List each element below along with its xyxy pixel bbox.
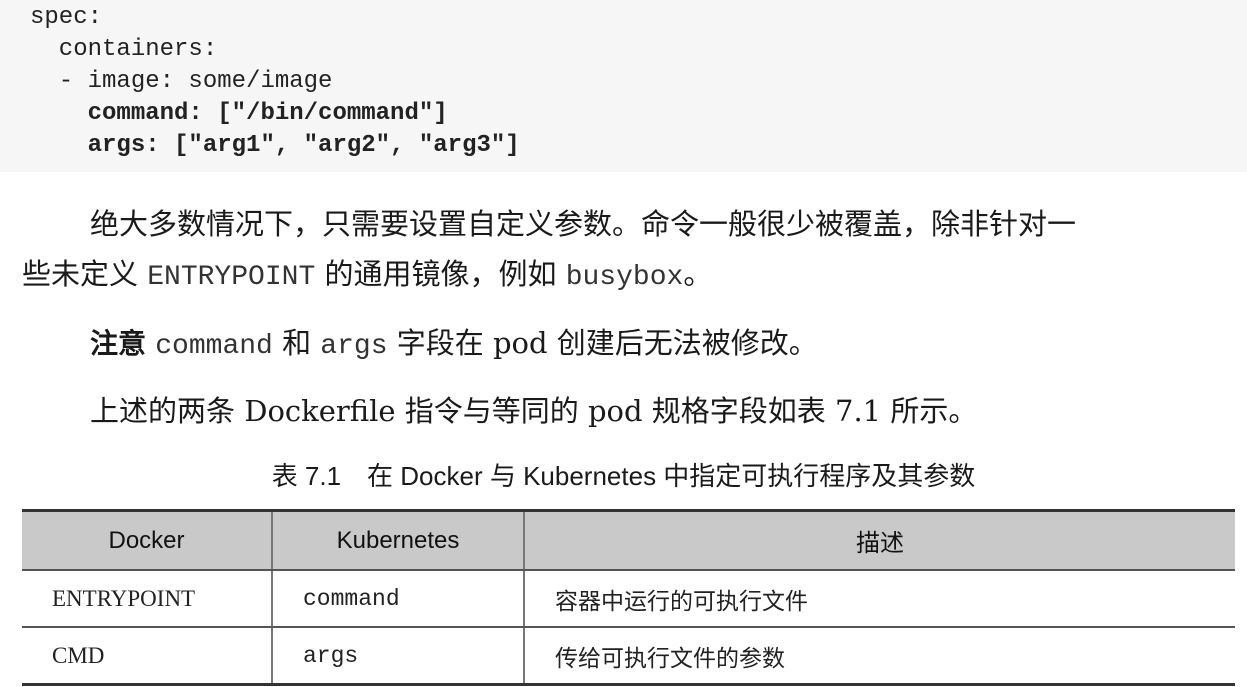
book-page: spec: containers: - image: some/image co…	[0, 0, 1247, 687]
note-label: 注意	[90, 327, 147, 360]
cell-docker: CMD	[22, 627, 273, 686]
paragraph-text: 。	[683, 257, 713, 291]
paragraph-text: 的通用镜像，例如	[315, 257, 566, 291]
note-paragraph: 注意 command 和 args 字段在 pod 创建后无法被修改。	[90, 323, 818, 367]
code-line: - image: some/image	[30, 68, 333, 95]
note-text: 字段在 pod 创建后无法被修改。	[387, 326, 818, 360]
cell-description: 传给可执行文件的参数	[524, 627, 1235, 686]
inline-code: args	[320, 331, 388, 362]
cell-docker: ENTRYPOINT	[22, 570, 273, 628]
header-docker: Docker	[22, 509, 273, 571]
inline-code: command	[155, 331, 273, 362]
cell-kubernetes: command	[272, 570, 525, 628]
table-header-row: Docker Kubernetes 描述	[22, 509, 1235, 571]
table-row: ENTRYPOINT command 容器中运行的可执行文件	[22, 570, 1235, 628]
code-line-args: args: ["arg1", "arg2", "arg3"]	[30, 132, 520, 159]
header-description: 描述	[524, 509, 1235, 571]
code-line-command: command: ["/bin/command"]	[30, 100, 448, 127]
cell-description: 容器中运行的可执行文件	[524, 570, 1235, 628]
yaml-code-block: spec: containers: - image: some/image co…	[0, 0, 1247, 172]
cell-kubernetes: args	[272, 627, 525, 686]
header-kubernetes: Kubernetes	[272, 509, 525, 571]
paragraph-text: 些未定义	[22, 257, 148, 291]
table-row: CMD args 传给可执行文件的参数	[22, 627, 1235, 686]
inline-code: ENTRYPOINT	[147, 262, 316, 293]
code-line: spec:	[30, 4, 103, 31]
note-text: 和	[272, 326, 321, 360]
paragraph-line: 些未定义 ENTRYPOINT 的通用镜像，例如 busybox。	[22, 254, 712, 298]
code-line: containers:	[30, 36, 218, 63]
table-caption: 表 7.1 在 Docker 与 Kubernetes 中指定可执行程序及其参数	[271, 461, 976, 491]
paragraph-line: 上述的两条 Dockerfile 指令与等同的 pod 规格字段如表 7.1 所…	[90, 394, 978, 428]
paragraph-line: 绝大多数情况下，只需要设置自定义参数。命令一般很少被覆盖，除非针对一	[90, 207, 1077, 241]
docker-kubernetes-table: Docker Kubernetes 描述 ENTRYPOINT command …	[22, 509, 1235, 686]
inline-code: busybox	[565, 262, 684, 293]
